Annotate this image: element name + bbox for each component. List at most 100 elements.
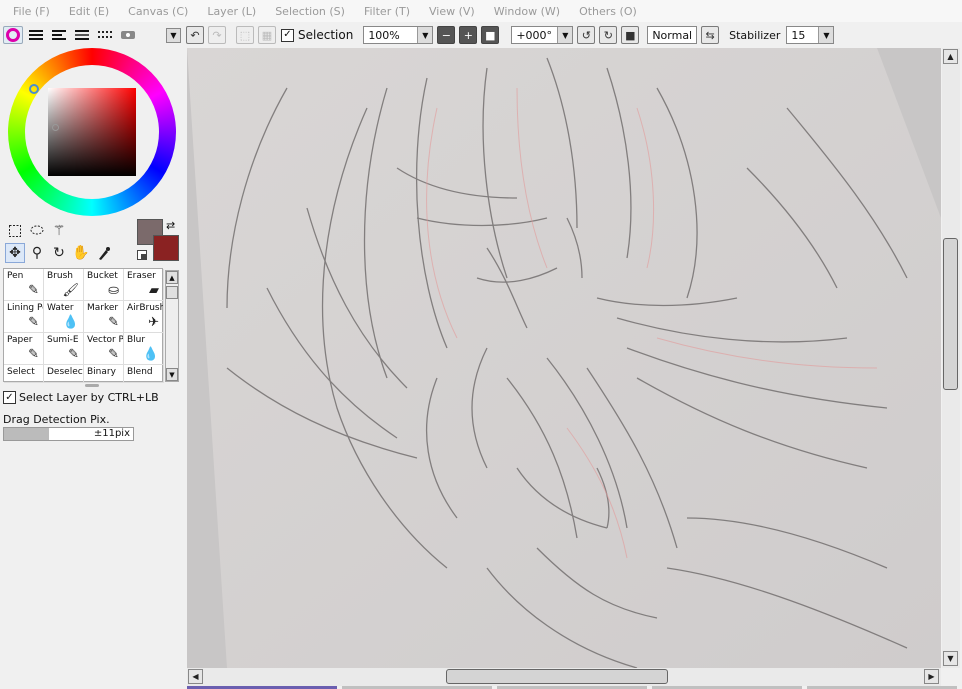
stabilizer-combo[interactable]: 15 ▼ [786, 26, 835, 44]
lining-pen-icon: ✎ [28, 315, 39, 330]
eyedropper-tool[interactable] [93, 243, 113, 263]
select-layer-label: Select Layer by CTRL+LB [19, 391, 159, 404]
brush-cell[interactable]: Blend [124, 365, 164, 383]
brush-cell[interactable]: Deselect [44, 365, 84, 383]
brush-cell[interactable]: Binary [84, 365, 124, 383]
zoom-out-button[interactable]: − [437, 26, 456, 44]
panel-resize-grip[interactable] [85, 384, 99, 387]
chevron-down-icon: ▼ [170, 31, 177, 40]
brush-cell[interactable]: Bucket ⛀ [84, 269, 124, 301]
saturation-value-box[interactable] [48, 88, 136, 176]
secondary-color-swatch[interactable] [153, 235, 179, 261]
scroll-down-icon[interactable]: ▼ [166, 368, 178, 381]
rgb-slider-mode-button[interactable] [26, 26, 46, 44]
water-icon: 💧 [62, 315, 79, 330]
swatch-mode-button[interactable] [72, 26, 92, 44]
redo-button[interactable]: ↷ [208, 26, 226, 44]
flip-canvas-button[interactable]: ⇆ [701, 26, 720, 44]
brush-cell[interactable]: Paper ✎ [4, 333, 44, 365]
chevron-down-icon[interactable]: ▼ [557, 27, 573, 43]
brush-cell[interactable]: AirBrush ✈ [124, 301, 164, 333]
menu-view[interactable]: View (V) [429, 5, 475, 18]
angle-combo[interactable]: +000° ▼ [511, 26, 574, 44]
drag-detection-value: ±11pix [93, 428, 130, 439]
brush-cell[interactable]: Brush 🖌 [44, 269, 84, 301]
blend-mode-select[interactable]: Normal [647, 26, 698, 44]
rotate-left-button[interactable]: ↺ [577, 26, 596, 44]
color-wheel-icon [6, 28, 20, 42]
invert-selection-button[interactable]: ▦ [258, 26, 276, 44]
zoom-reset-button[interactable]: ■ [481, 26, 500, 44]
scroll-down-icon[interactable]: ▼ [943, 651, 958, 666]
brush-cell[interactable]: Blur 💧 [124, 333, 164, 365]
rotate-icon: ↻ [53, 245, 65, 261]
zoom-in-button[interactable]: + [459, 26, 478, 44]
redo-icon: ↷ [212, 28, 222, 42]
eyedropper-icon [99, 247, 110, 260]
tool-palette: ⚚ ✥ ⚲ ↻ ✋ [5, 221, 115, 265]
rotate-reset-button[interactable]: ■ [621, 26, 640, 44]
menu-filter[interactable]: Filter (T) [364, 5, 410, 18]
lasso-tool[interactable] [27, 221, 47, 241]
rect-select-icon [9, 225, 21, 237]
brush-cell[interactable]: Water 💧 [44, 301, 84, 333]
menu-edit[interactable]: Edit (E) [69, 5, 109, 18]
menu-window[interactable]: Window (W) [494, 5, 560, 18]
magic-wand-icon: ⚚ [52, 223, 66, 239]
color-wheel-mode-button[interactable] [3, 26, 23, 44]
brush-cell[interactable]: Pen ✎ [4, 269, 44, 301]
drawing-canvas[interactable] [187, 48, 941, 668]
brush-cell[interactable]: Eraser ▰ [124, 269, 164, 301]
color-wheel[interactable] [8, 48, 176, 216]
brush-cell[interactable]: Lining Pe ✎ [4, 301, 44, 333]
menu-selection[interactable]: Selection (S) [275, 5, 345, 18]
hue-marker[interactable] [29, 84, 39, 94]
scroll-up-icon[interactable]: ▲ [943, 49, 958, 64]
canvas-horizontal-scrollbar[interactable]: ◀ ▶ [187, 668, 941, 686]
brush-cell[interactable]: Marker ✎ [84, 301, 124, 333]
navigator-mode-button[interactable] [118, 26, 138, 44]
brush-grid-scrollbar[interactable]: ▲ ▼ [165, 270, 179, 382]
rect-select-tool[interactable] [5, 221, 25, 241]
selection-checkbox[interactable]: ✓ [281, 28, 294, 42]
blur-icon: 💧 [142, 347, 159, 362]
panel-options-dropdown[interactable]: ▼ [166, 28, 181, 43]
magic-wand-tool[interactable]: ⚚ [49, 221, 69, 241]
menu-others[interactable]: Others (O) [579, 5, 637, 18]
chevron-down-icon[interactable]: ▼ [818, 27, 834, 43]
default-colors-icon[interactable] [137, 250, 147, 260]
brush-cell[interactable]: Select [4, 365, 44, 383]
canvas-vertical-scrollbar[interactable]: ▲ ▼ [942, 48, 960, 668]
chevron-down-icon[interactable]: ▼ [417, 27, 433, 43]
scroll-up-icon[interactable]: ▲ [166, 271, 178, 284]
vertical-scroll-thumb[interactable] [943, 238, 958, 390]
deselect-button[interactable]: ⬚ [236, 26, 254, 44]
swap-colors-icon[interactable]: ⇄ [166, 219, 175, 232]
flip-icon: ⇆ [705, 28, 715, 42]
drag-detection-slider[interactable]: ±11pix [3, 427, 134, 441]
horizontal-scroll-thumb[interactable] [446, 669, 668, 684]
menu-canvas[interactable]: Canvas (C) [128, 5, 188, 18]
hsv-slider-mode-button[interactable] [49, 26, 69, 44]
vector-pen-icon: ✎ [108, 347, 119, 362]
eraser-icon: ▰ [149, 283, 159, 298]
menu-file[interactable]: File (F) [13, 5, 50, 18]
undo-button[interactable]: ↶ [186, 26, 204, 44]
scratchpad-mode-button[interactable] [95, 26, 115, 44]
undo-icon: ↶ [190, 28, 200, 42]
scrollbar-thumb[interactable] [166, 286, 178, 299]
zoom-tool[interactable]: ⚲ [27, 243, 47, 263]
rotate-left-icon: ↺ [581, 28, 591, 42]
rotate-right-button[interactable]: ↻ [599, 26, 618, 44]
brush-cell[interactable]: Vector P ✎ [84, 333, 124, 365]
brush-cell[interactable]: Sumi-E ✎ [44, 333, 84, 365]
select-layer-checkbox[interactable]: ✓ [3, 391, 16, 404]
move-tool[interactable]: ✥ [5, 243, 25, 263]
scroll-right-icon[interactable]: ▶ [924, 669, 939, 684]
menu-layer[interactable]: Layer (L) [207, 5, 256, 18]
hand-tool[interactable]: ✋ [71, 243, 91, 263]
saturation-value-marker[interactable] [52, 124, 59, 131]
zoom-combo[interactable]: 100% ▼ [363, 26, 434, 44]
scroll-left-icon[interactable]: ◀ [188, 669, 203, 684]
rotate-tool[interactable]: ↻ [49, 243, 69, 263]
